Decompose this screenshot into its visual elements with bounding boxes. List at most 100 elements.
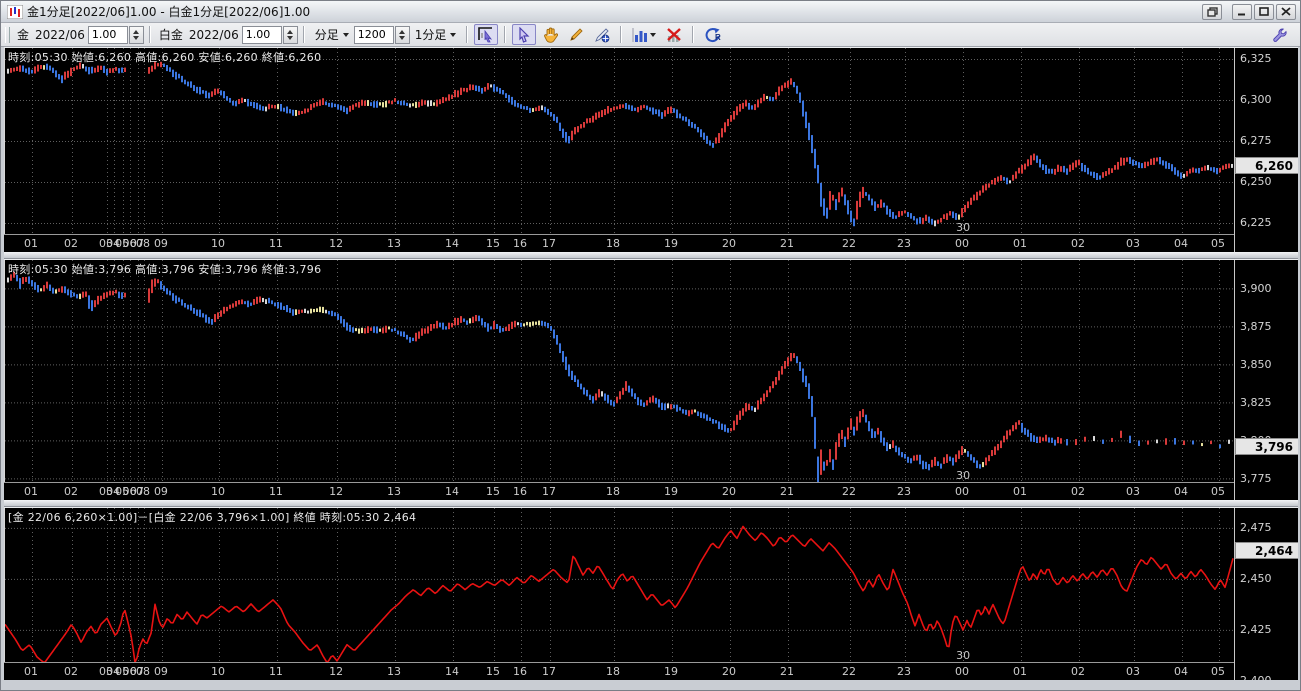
time-tick-label: 08: [135, 665, 150, 678]
spread-time-axis[interactable]: 01 02 03 04 05 06 07 08 09 10 11 12 13 14 15 16 17 18 19 20…: [4, 662, 1234, 680]
quill-tool[interactable]: [590, 24, 614, 45]
date-label: 30: [956, 221, 970, 234]
gold-price-axis[interactable]: 6,325 6,300 6,275 6,250 6,225 6,260: [1234, 48, 1298, 252]
gold-candle-chart[interactable]: 30 時刻:05:30 始値:6,260 高値:6,260 安値:6,260 終…: [4, 48, 1234, 234]
interval-label: 1分足: [414, 28, 447, 42]
clear-drawings-tool[interactable]: [662, 24, 686, 45]
time-tick-label: 01: [1012, 237, 1027, 250]
time-tick-label: 13: [387, 237, 402, 250]
interval-group-dropdown[interactable]: 分足: [310, 23, 354, 46]
spread-line-chart[interactable]: 30 [金 22/06 6,260×1.00]－[白金 22/06 3,796×…: [4, 508, 1234, 662]
time-tick-label: 13: [387, 665, 402, 678]
refresh-tool[interactable]: R: [700, 24, 724, 45]
time-tick-label: 14: [444, 485, 459, 498]
time-tick-label: 08: [135, 485, 150, 498]
panel-splitter[interactable]: [4, 499, 1298, 507]
time-tick-label: 08: [135, 237, 150, 250]
time-tick-label: 12: [329, 237, 344, 250]
gold-platinum-spread-svg: 30: [5, 508, 1234, 662]
minimize-button[interactable]: [1232, 3, 1252, 20]
time-tick-label: 05: [1211, 665, 1225, 678]
platinum-quote-info: 時刻:05:30 始値:3,796 高値:3,796 安値:3,796 終値:3…: [8, 263, 322, 276]
chart-type-tool[interactable]: [628, 24, 660, 45]
time-tick-label: 17: [542, 237, 556, 250]
time-tick-label: 03: [1126, 485, 1141, 498]
hand-tool[interactable]: [538, 24, 562, 45]
maximize-button[interactable]: [1254, 3, 1274, 20]
price-tick-label: 3,875: [1240, 319, 1272, 333]
time-tick-label: 09: [153, 485, 168, 498]
time-tick-label: 01: [24, 665, 39, 678]
time-tick-label: 04: [1173, 237, 1188, 250]
time-tick-label: 19: [664, 485, 679, 498]
platinum-multiplier-stepper[interactable]: [282, 25, 298, 44]
time-tick-label: 21: [780, 237, 795, 250]
close-icon: [1281, 7, 1291, 16]
app-icon: [7, 4, 23, 19]
time-tick-label: 01: [24, 237, 39, 250]
wrench-icon: [1273, 28, 1287, 42]
title-bar[interactable]: 金1分足[2022/06]1.00 - 白金1分足[2022/06]1.00: [1, 1, 1300, 23]
time-tick-label: 02: [64, 665, 79, 678]
time-tick-label: 03: [1126, 665, 1141, 678]
bar-count-stepper[interactable]: [394, 25, 410, 44]
time-tick-label: 02: [64, 485, 79, 498]
toolbar-separator: [504, 26, 507, 43]
hand-icon: [544, 27, 558, 43]
time-tick-label: 23: [896, 665, 911, 678]
layered-windows-button[interactable]: [1202, 3, 1222, 20]
time-tick-label: 13: [387, 485, 402, 498]
pointer-tool[interactable]: [512, 24, 537, 45]
time-tick-label: 04: [1173, 485, 1188, 498]
time-tick-label: 11: [268, 665, 283, 678]
gold-time-axis[interactable]: 01 02 03 04 05 06 07 08 09 10 11 12 13 14 15 16 17 18 19 20…: [4, 234, 1234, 252]
time-tick-label: 18: [605, 237, 620, 250]
chevron-down-icon: [342, 32, 349, 37]
platinum-candle-chart[interactable]: 30 時刻:05:30 始値:3,796 高値:3,796 安値:3,796 終…: [4, 260, 1234, 482]
panel-splitter[interactable]: [4, 251, 1298, 259]
date-label: 30: [956, 469, 970, 482]
time-tick-label: 23: [896, 237, 911, 250]
time-tick-label: 15: [486, 485, 501, 498]
interval-dropdown[interactable]: 1分足: [410, 23, 462, 46]
time-tick-label: 02: [1071, 485, 1086, 498]
gold-multiplier-input[interactable]: [87, 25, 128, 44]
price-tick-label: 6,275: [1240, 134, 1272, 148]
time-tick-label: 10: [211, 485, 226, 498]
bar-count-input[interactable]: [353, 25, 394, 44]
price-tick-label: 3,825: [1240, 395, 1272, 409]
platinum-time-axis[interactable]: 01 02 03 04 05 06 07 08 09 10 11 12 13 14 15 16 17 18 19 20…: [4, 482, 1234, 500]
current-price-box: 6,260: [1235, 157, 1298, 175]
toolbar-separator: [466, 26, 469, 43]
platinum-multiplier-input[interactable]: [241, 25, 282, 44]
bar-chart-icon: [632, 27, 657, 42]
time-tick-label: 05: [1211, 485, 1225, 498]
gold-multiplier-stepper[interactable]: [128, 25, 144, 44]
time-tick-label: 00: [955, 665, 970, 678]
current-price-box: 3,796: [1235, 437, 1298, 455]
platinum-price-axis[interactable]: 3,9003,8753,8503,8253,8003,7753,796: [1234, 260, 1298, 500]
time-tick-label: 01: [1012, 485, 1027, 498]
price-tick-label: 2,450: [1240, 572, 1272, 586]
spread-price-axis[interactable]: 2,475 2,450 2,425 2,400 2,464: [1234, 508, 1298, 680]
pencil-tool[interactable]: [564, 24, 588, 45]
spread-quote-info: [金 22/06 6,260×1.00]－[白金 22/06 3,796×1.0…: [8, 511, 417, 524]
time-tick-label: 14: [444, 237, 459, 250]
time-tick-label: 20: [721, 237, 736, 250]
toolbar-gripper[interactable]: [5, 26, 10, 43]
time-tick-label: 05: [1211, 237, 1225, 250]
window-title: 金1分足[2022/06]1.00 - 白金1分足[2022/06]1.00: [27, 5, 311, 19]
gold-symbol-label: 金: [17, 28, 30, 42]
time-tick-label: 10: [211, 665, 226, 678]
time-tick-label: 20: [721, 485, 736, 498]
time-tick-label: 16: [512, 237, 527, 250]
spread-chart-panel: 30 [金 22/06 6,260×1.00]－[白金 22/06 3,796×…: [4, 507, 1298, 680]
settings-wrench-tool[interactable]: [1268, 24, 1292, 45]
price-tick-label: 6,300: [1240, 93, 1272, 107]
close-button[interactable]: [1276, 3, 1296, 20]
svg-text:R: R: [715, 33, 721, 42]
time-tick-label: 12: [329, 665, 344, 678]
time-tick-label: 11: [268, 237, 283, 250]
chart-cursor-tool[interactable]: [474, 24, 499, 45]
price-tick-label: 6,325: [1240, 52, 1272, 66]
